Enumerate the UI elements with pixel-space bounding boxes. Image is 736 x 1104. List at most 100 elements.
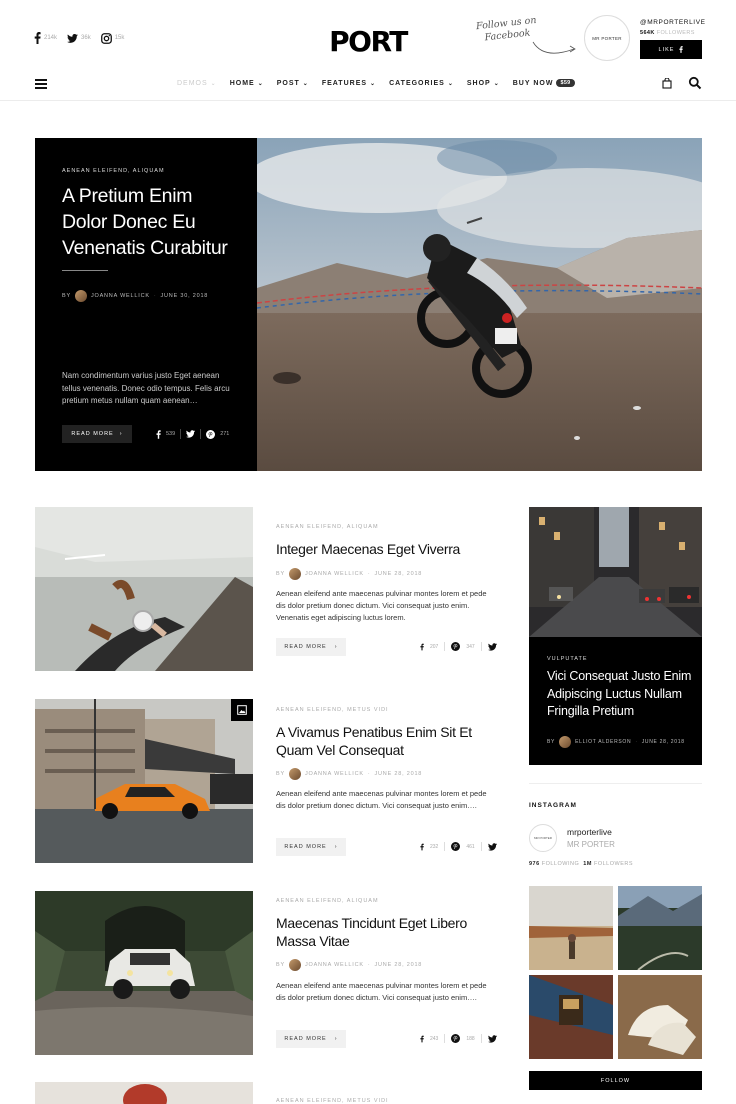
facebook-share-count: 232 (430, 843, 439, 850)
author-avatar[interactable] (559, 736, 572, 748)
post-excerpt: Aenean eleifend ante maecenas pulvinar m… (276, 789, 487, 810)
share-buttons: 232 461 (420, 842, 497, 851)
menu-icon[interactable] (35, 79, 47, 89)
read-more-button[interactable]: READ MORE › (276, 1030, 346, 1048)
instagram-avatar[interactable]: MR PORTER (529, 824, 557, 852)
hero-divider (62, 270, 108, 271)
post-date: JUNE 28, 2018 (641, 739, 685, 745)
post-title[interactable]: Maecenas Tincidunt Eget Libero Massa Vit… (276, 914, 496, 950)
post-image-portrait[interactable] (35, 1082, 253, 1104)
instagram-grid (529, 886, 702, 1059)
pinterest-icon[interactable] (451, 842, 461, 851)
facebook-icon[interactable] (420, 1035, 424, 1043)
pinterest-icon[interactable] (451, 1034, 461, 1043)
curved-arrow-icon (532, 41, 576, 54)
chevron-down-icon: ⌄ (257, 80, 264, 87)
author-avatar[interactable] (288, 959, 301, 971)
nav-item-label: FEATURES (321, 79, 368, 87)
by-label: BY (547, 739, 556, 745)
author-name[interactable]: JOANNA WELLICK (305, 571, 364, 577)
author-name[interactable]: JOANNA WELLICK (305, 771, 364, 777)
chevron-down-icon: ⌄ (302, 80, 309, 87)
nav-item-demos[interactable]: DEMOS ⌄ (177, 79, 217, 87)
by-label: BY (276, 571, 285, 577)
instagram-photo[interactable] (529, 886, 613, 970)
twitter-icon[interactable] (186, 430, 196, 438)
hero-title[interactable]: A Pretium Enim Dolor Donec Eu Venenatis … (62, 183, 242, 261)
read-more-label: READ MORE (284, 844, 327, 850)
share-buttons: 207 347 (420, 642, 497, 651)
read-more-button[interactable]: READ MORE › (62, 425, 132, 443)
author-avatar[interactable] (288, 568, 301, 580)
like-button[interactable]: LIKE (640, 40, 702, 59)
nav-item-home[interactable]: HOME ⌄ (230, 79, 264, 87)
facebook-followers-count: 564K (640, 30, 655, 36)
hero-category[interactable]: AENEAN ELEIFEND, ALIQUAM (62, 168, 165, 174)
sports-car-photo (35, 699, 253, 863)
pinterest-icon[interactable] (206, 429, 216, 439)
main-nav: DEMOS ⌄ HOME ⌄ POST ⌄ FEATURES ⌄ CATEGORIES ⌄… (177, 79, 575, 87)
facebook-icon (679, 46, 684, 53)
chevron-right-icon: › (334, 644, 338, 650)
instagram-photo[interactable] (529, 975, 613, 1059)
city-street-image (529, 507, 702, 637)
instagram-username[interactable]: mrporterlive (567, 827, 612, 837)
instagram-follow-button[interactable]: FOLLOW (529, 1071, 702, 1090)
nav-item-label: POST (276, 79, 300, 87)
author-avatar[interactable] (288, 768, 301, 780)
twitter-icon[interactable] (487, 1034, 497, 1043)
pinterest-icon[interactable] (451, 642, 461, 651)
twitter-icon[interactable] (487, 842, 497, 851)
post-image-sports-car[interactable] (35, 699, 253, 863)
nav-item-categories[interactable]: CATEGORIES ⌄ (389, 79, 454, 87)
read-more-button[interactable]: READ MORE › (276, 838, 346, 856)
post-category[interactable]: AENEAN ELEIFEND, ALIQUAM (276, 524, 379, 530)
sidebar-post-title[interactable]: Vici Consequat Justo Enim Adipiscing Luc… (547, 668, 697, 721)
post-title[interactable]: Integer Maecenas Eget Viverra (276, 540, 496, 558)
sidebar-post-category[interactable]: VULPUTATE (547, 656, 588, 662)
instagram-photo[interactable] (618, 886, 702, 970)
sidebar-divider (529, 783, 702, 784)
hero-image-motorcycle[interactable] (257, 138, 702, 471)
post-category[interactable]: AENEAN ELEIFEND, ALIQUAM (276, 898, 379, 904)
post-image-suv[interactable] (35, 891, 253, 1055)
chevron-down-icon: ⌄ (447, 80, 454, 87)
author-name[interactable]: JOANNA WELLICK (305, 962, 364, 968)
post-excerpt: Aenean eleifend ante maecenas pulvinar m… (276, 981, 487, 1002)
post-excerpt: Aenean eleifend ante maecenas pulvinar m… (276, 589, 487, 622)
twitter-icon[interactable] (487, 642, 497, 651)
pinterest-share-count: 188 (466, 1035, 475, 1042)
pinterest-share-count: 271 (220, 431, 230, 437)
search-icon[interactable] (688, 76, 702, 90)
price-badge: $59 (556, 79, 575, 87)
nav-item-label: DEMOS (177, 79, 208, 87)
nav-item-features[interactable]: FEATURES ⌄ (322, 79, 376, 87)
post-date: JUNE 30, 2018 (160, 293, 209, 299)
facebook-icon[interactable] (420, 643, 424, 651)
cart-icon[interactable] (662, 78, 672, 89)
author-name[interactable]: JOANNA WELLICK (91, 293, 150, 299)
read-more-button[interactable]: READ MORE › (276, 638, 346, 656)
nav-item-post[interactable]: POST ⌄ (277, 79, 309, 87)
post-category[interactable]: AENEAN ELEIFEND, METUS VIDI (276, 707, 389, 713)
share-buttons: 539 271 (156, 429, 229, 439)
facebook-icon[interactable] (156, 429, 161, 439)
nav-item-label: CATEGORIES (389, 79, 445, 87)
facebook-icon[interactable] (420, 843, 424, 851)
nav-item-buy-now[interactable]: BUY NOW $59 (513, 79, 575, 87)
facebook-followers: 564K FOLLOWERS (640, 30, 695, 36)
post-title[interactable]: A Vivamus Penatibus Enim Sit Et Quam Vel… (276, 723, 496, 759)
facebook-page-avatar[interactable]: MR PORTER (584, 15, 630, 61)
post-image-watch[interactable] (35, 507, 253, 671)
facebook-handle[interactable]: @MRPORTERLIVE (640, 19, 706, 26)
author-avatar[interactable] (74, 290, 87, 302)
sidebar-featured-post[interactable]: VULPUTATE Vici Consequat Justo Enim Adip… (529, 507, 702, 765)
post-category[interactable]: AENEAN ELEIFEND, METUS VIDI (276, 1098, 389, 1104)
author-name[interactable]: ELLIOT ALDERSON (575, 739, 631, 745)
nav-item-label: BUY NOW (512, 79, 554, 87)
motorcycle-photo (257, 138, 702, 471)
instagram-photo[interactable] (618, 975, 702, 1059)
suv-photo (35, 891, 253, 1055)
nav-item-label: HOME (229, 79, 255, 87)
nav-item-shop[interactable]: SHOP ⌄ (467, 79, 500, 87)
